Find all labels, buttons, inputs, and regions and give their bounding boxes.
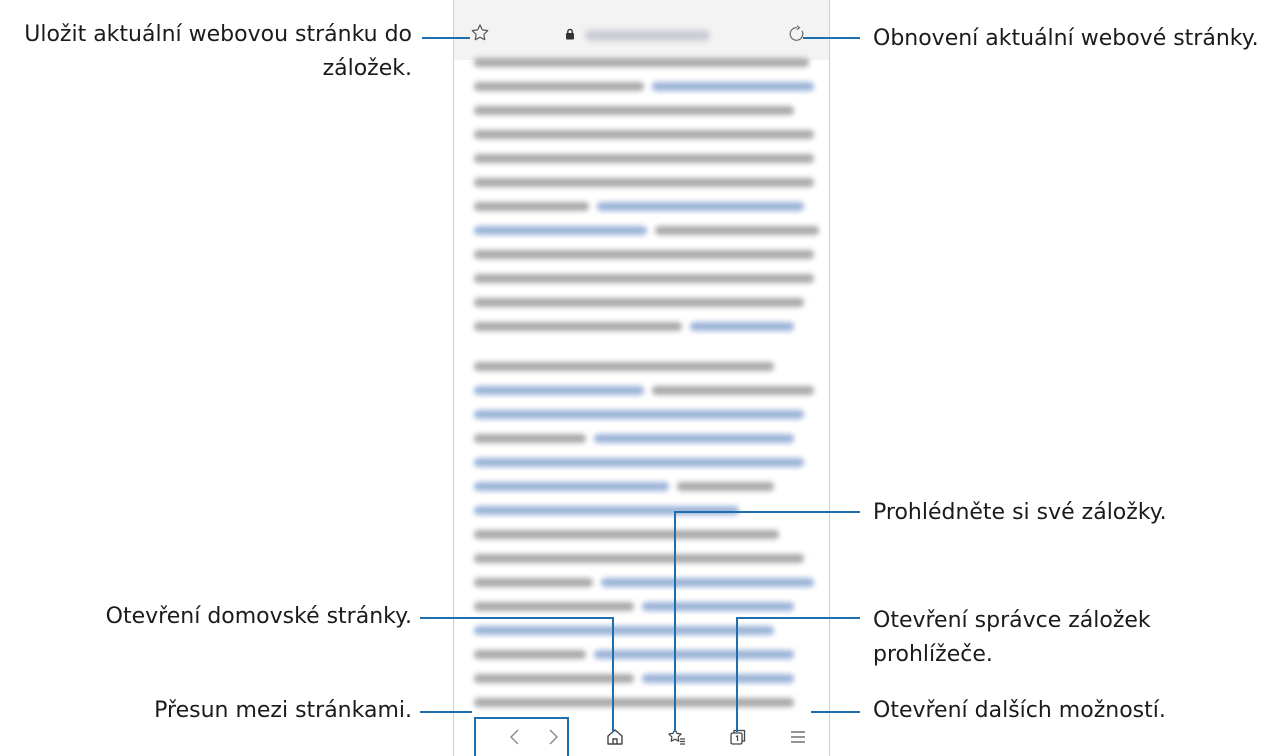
leader-home bbox=[420, 617, 614, 732]
leader-tab-manager bbox=[736, 617, 860, 732]
leader-lines bbox=[420, 37, 860, 732]
leader-view-bookmarks bbox=[674, 511, 860, 732]
